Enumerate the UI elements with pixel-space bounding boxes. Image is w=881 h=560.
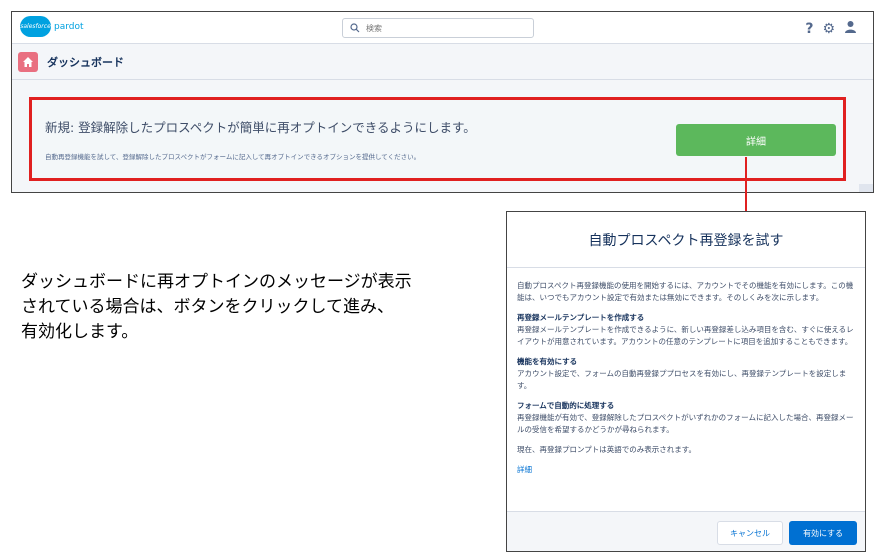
modal-section: 機能を有効にする アカウント設定で、フォームの自動再登録ププロセスを有効にし、再… xyxy=(517,356,855,392)
page-header: ダッシュボード xyxy=(12,44,873,80)
product-name: pardot xyxy=(54,21,84,32)
modal-note: 現在、再登録プロンプトは英語でのみ表示されます。 xyxy=(517,445,697,454)
cancel-button[interactable]: キャンセル xyxy=(717,521,783,545)
salesforce-cloud-logo: salesforce xyxy=(20,16,51,37)
reoptin-notice-banner: 新規: 登録解除したプロスペクトが簡単に再オプトインできるようにします。 自動再… xyxy=(29,97,846,181)
section-heading: フォームで自動的に処理する xyxy=(517,401,615,410)
details-link[interactable]: 詳細 xyxy=(517,465,532,474)
search-icon xyxy=(350,23,360,33)
section-body: アカウント設定で、フォームの自動再登録ププロセスを有効にし、再登録テンプレートを… xyxy=(517,369,847,390)
modal-body: 自動プロスペクト再登録機能の使用を開始するには、アカウントでその機能を有効にしま… xyxy=(507,268,865,476)
details-button[interactable]: 詳細 xyxy=(676,124,836,156)
global-search[interactable] xyxy=(342,18,534,38)
pardot-logo[interactable]: salesforce pardot xyxy=(20,16,84,37)
scrollbar-stub[interactable] xyxy=(859,184,873,192)
help-icon[interactable]: ? xyxy=(805,21,813,37)
global-header: salesforce pardot ? ⚙ xyxy=(12,12,873,44)
notice-title: 新規: 登録解除したプロスペクトが簡単に再オプトインできるようにします。 xyxy=(45,120,476,135)
modal-section: フォームで自動的に処理する 再登録機能が有効で、登録解除したプロスペクトがいずれ… xyxy=(517,400,855,436)
modal-title: 自動プロスペクト再登録を試す xyxy=(588,232,784,249)
section-heading: 再登録メールテンプレートを作成する xyxy=(517,313,645,322)
caption-line: されている場合は、ボタンをクリックして進み、 xyxy=(21,297,394,317)
notice-description: 自動再登録機能を試して、登録解除したプロスペクトがフォームに記入して再オプトイン… xyxy=(45,153,421,161)
caption-line: ダッシュボードに再オプトインのメッセージが表示 xyxy=(21,272,412,292)
modal-header: 自動プロスペクト再登録を試す xyxy=(507,212,865,268)
modal-section: 再登録メールテンプレートを作成する 再登録メールテンプレートを作成できるように、… xyxy=(517,312,855,348)
section-heading: 機能を有効にする xyxy=(517,357,578,366)
section-body: 再登録メールテンプレートを作成できるように、新しい再登録差し込み項目を含む、すぐ… xyxy=(517,325,854,346)
header-utility-icons: ? ⚙ xyxy=(805,20,857,37)
home-icon xyxy=(18,51,38,72)
gear-icon[interactable]: ⚙ xyxy=(822,21,835,37)
caption-line: 有効化します。 xyxy=(21,322,139,342)
logo-small-text: salesforce xyxy=(20,23,51,30)
instruction-caption: ダッシュボードに再オプトインのメッセージが表示 されている場合は、ボタンをクリッ… xyxy=(21,270,501,345)
modal-intro: 自動プロスペクト再登録機能の使用を開始するには、アカウントでその機能を有効にしま… xyxy=(517,281,854,302)
page-title: ダッシュボード xyxy=(47,55,124,69)
modal-footer: キャンセル 有効にする xyxy=(507,511,865,551)
enable-button[interactable]: 有効にする xyxy=(789,521,857,545)
search-input[interactable] xyxy=(366,23,526,33)
reoptin-modal: 自動プロスペクト再登録を試す 自動プロスペクト再登録機能の使用を開始するには、ア… xyxy=(506,211,866,552)
section-body: 再登録機能が有効で、登録解除したプロスペクトがいずれかのフォームに記入した場合、… xyxy=(517,413,854,434)
user-icon[interactable] xyxy=(844,20,857,37)
